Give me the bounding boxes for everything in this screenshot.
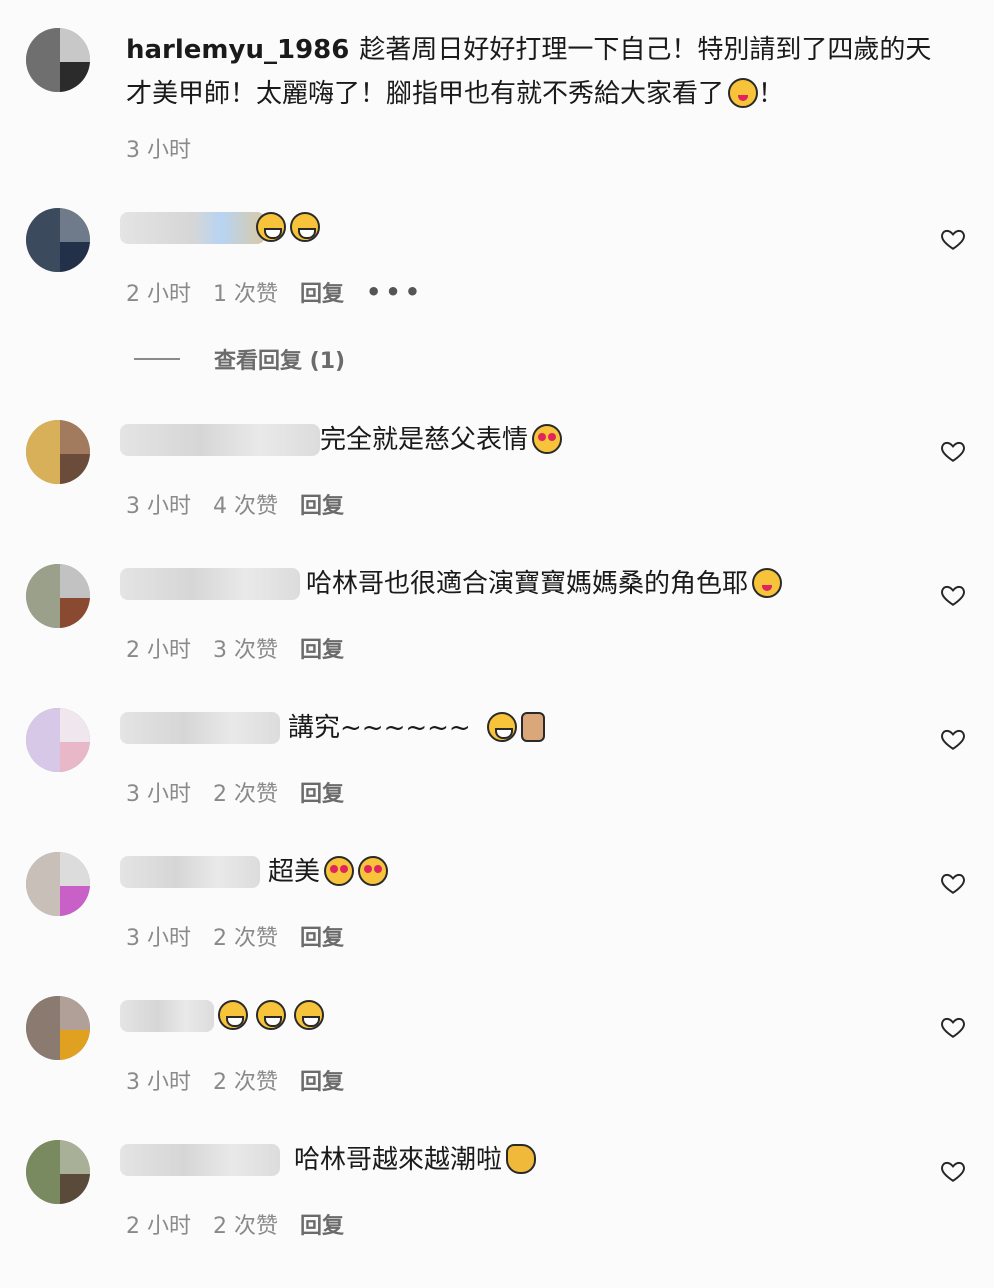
joy-emoji-icon: [256, 212, 286, 242]
avatar[interactable]: [26, 420, 90, 484]
comment-item: 講究~~~~~~ 3 小时 2 次赞 回复: [0, 708, 994, 856]
comment-item: 完全就是慈父表情 3 小时 4 次赞 回复: [0, 420, 994, 568]
blurred-username: [120, 712, 280, 744]
comment-likes[interactable]: 2 次赞: [213, 920, 278, 952]
avatar[interactable]: [26, 852, 90, 916]
like-heart-icon[interactable]: [940, 226, 966, 252]
avatar[interactable]: [26, 28, 90, 92]
heart-eyes-emoji-icon: [324, 856, 355, 886]
heart-eyes-emoji-icon: [532, 424, 563, 454]
comment-meta: 2 小时 1 次赞 回复 •••: [126, 276, 424, 308]
comment-meta: 3 小时 4 次赞 回复: [126, 488, 344, 520]
blurred-username: [120, 424, 320, 456]
avatar[interactable]: [26, 564, 90, 628]
avatar[interactable]: [26, 708, 90, 772]
like-heart-icon[interactable]: [940, 1158, 966, 1184]
comment-text: 講究~~~~~~: [288, 708, 545, 748]
reply-button[interactable]: 回复: [300, 776, 344, 808]
comment-item: 2 小时 1 次赞 回复 •••: [0, 208, 994, 356]
comment-likes[interactable]: 3 次赞: [213, 632, 278, 664]
zany-face-emoji-icon: [752, 568, 783, 598]
post-username[interactable]: harlemyu_1986: [126, 35, 349, 65]
more-options-icon[interactable]: •••: [366, 278, 424, 306]
comment-time: 2 小时: [126, 1214, 191, 1239]
comment-item: 哈林哥也很適合演寶寶媽媽桑的角色耶 2 小时 3 次赞 回复: [0, 564, 994, 712]
view-replies-label[interactable]: 查看回复 (1): [214, 343, 345, 375]
comment-text: 哈林哥越來越潮啦: [294, 1140, 537, 1180]
post-caption: harlemyu_1986 趁著周日好好打理一下自己！特別請到了四歲的天才美甲師！…: [0, 0, 994, 190]
reply-button[interactable]: 回复: [300, 632, 344, 664]
comment-meta: 3 小时 2 次赞 回复: [126, 776, 344, 808]
view-replies-button[interactable]: 查看回复 (1): [134, 344, 345, 374]
comment-meta: 2 小时 3 次赞 回复: [126, 632, 344, 664]
comment-text: 哈林哥也很適合演寶寶媽媽桑的角色耶: [306, 564, 783, 604]
comment-likes[interactable]: 2 次赞: [213, 1208, 278, 1240]
comment-time: 2 小时: [126, 638, 191, 663]
comment-time: 3 小时: [126, 926, 191, 951]
comment-item: 超美 3 小时 2 次赞 回复: [0, 852, 994, 1000]
zany-face-emoji-icon: [728, 78, 759, 108]
like-heart-icon[interactable]: [940, 870, 966, 896]
comment-text: [214, 996, 324, 1036]
post-caption-text: harlemyu_1986 趁著周日好好打理一下自己！特別請到了四歲的天才美甲師！…: [126, 28, 956, 116]
like-heart-icon[interactable]: [940, 726, 966, 752]
joy-emoji-icon: [294, 1000, 324, 1030]
avatar[interactable]: [26, 1140, 90, 1204]
joy-emoji-icon: [218, 1000, 248, 1030]
comment-text: 完全就是慈父表情: [320, 420, 563, 460]
comment-time: 3 小时: [126, 1070, 191, 1095]
clap-emoji-icon: [506, 1144, 537, 1174]
reply-button[interactable]: 回复: [300, 276, 344, 308]
blurred-username: [120, 1144, 280, 1176]
comment-likes[interactable]: 2 次赞: [213, 1064, 278, 1096]
comment-time: 2 小时: [126, 282, 191, 307]
post-meta: 3 小时: [126, 132, 191, 164]
reply-button[interactable]: 回复: [300, 920, 344, 952]
comment-meta: 3 小时 2 次赞 回复: [126, 1064, 344, 1096]
comment-time: 3 小时: [126, 782, 191, 807]
post-caption-end: ！: [758, 79, 785, 109]
like-heart-icon[interactable]: [940, 1014, 966, 1040]
joy-emoji-icon: [290, 212, 320, 242]
comment-meta: 2 小时 2 次赞 回复: [126, 1208, 344, 1240]
comment-time: 3 小时: [126, 494, 191, 519]
post-time: 3 小时: [126, 138, 191, 163]
comment-text: 超美: [268, 852, 389, 892]
blurred-username: [120, 212, 265, 244]
heart-eyes-emoji-icon: [358, 856, 389, 886]
comment-item: 哈林哥越來越潮啦 2 小时 2 次赞 回复: [0, 1140, 994, 1288]
reply-button[interactable]: 回复: [300, 1064, 344, 1096]
comment-text-body: 講究~~~~~~: [288, 713, 471, 743]
avatar[interactable]: [26, 996, 90, 1060]
comment-text-body: 哈林哥也很適合演寶寶媽媽桑的角色耶: [306, 569, 749, 599]
comment-text-body: 完全就是慈父表情: [320, 425, 529, 455]
comment-meta: 3 小时 2 次赞 回复: [126, 920, 344, 952]
like-heart-icon[interactable]: [940, 438, 966, 464]
comment-likes[interactable]: 4 次赞: [213, 488, 278, 520]
joy-emoji-icon: [256, 1000, 286, 1030]
comment-text: [252, 208, 320, 248]
blurred-username: [120, 856, 260, 888]
comment-text-body: 超美: [268, 857, 321, 887]
comment-item: 3 小时 2 次赞 回复: [0, 996, 994, 1144]
horns-hand-emoji-icon: [520, 712, 545, 742]
comment-likes[interactable]: 1 次赞: [213, 276, 278, 308]
reply-divider-line: [134, 358, 180, 360]
blurred-username: [120, 568, 300, 600]
reply-button[interactable]: 回复: [300, 1208, 344, 1240]
joy-emoji-icon: [486, 712, 517, 742]
comment-text-body: 哈林哥越來越潮啦: [294, 1145, 503, 1175]
comment-likes[interactable]: 2 次赞: [213, 776, 278, 808]
like-heart-icon[interactable]: [940, 582, 966, 608]
avatar[interactable]: [26, 208, 90, 272]
blurred-username: [120, 1000, 214, 1032]
reply-button[interactable]: 回复: [300, 488, 344, 520]
